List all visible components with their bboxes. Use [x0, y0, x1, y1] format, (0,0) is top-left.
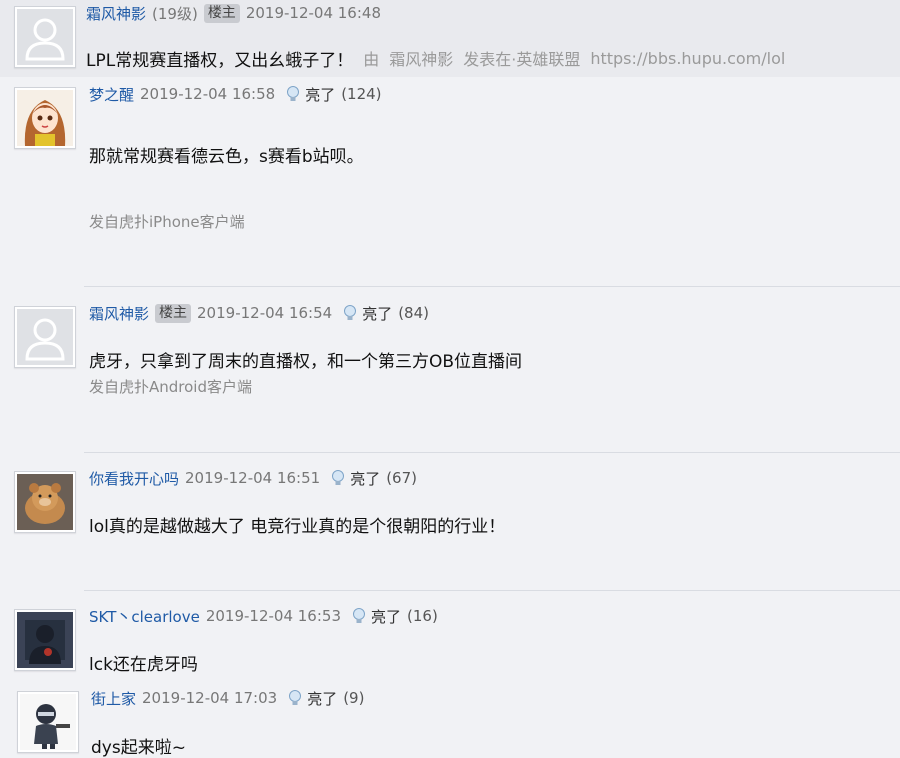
- via-board-link[interactable]: 发表在·英雄联盟: [463, 46, 580, 70]
- post-title: LPL常规赛直播权，又出幺蛾子了！: [86, 50, 354, 71]
- avatar[interactable]: [14, 6, 76, 68]
- user-level: (19级): [152, 4, 198, 23]
- anime-girl-avatar-icon: [17, 90, 73, 146]
- via-user-link[interactable]: 霜风神影: [389, 46, 453, 70]
- reply-meta-line: 梦之醒 2019-12-04 16:58 亮了 (124): [89, 83, 382, 105]
- divider: [84, 452, 900, 453]
- username-link[interactable]: 霜风神影: [89, 303, 149, 324]
- lightbulb-icon: [332, 470, 345, 485]
- soldier-avatar-icon: [20, 694, 76, 750]
- default-avatar-icon: [17, 309, 73, 365]
- op-badge: 楼主: [155, 303, 192, 323]
- via-prefix: 由: [363, 50, 380, 69]
- username-link[interactable]: 梦之醒: [89, 84, 134, 105]
- reply-content: lck还在虎牙吗: [89, 655, 198, 675]
- reply-meta-line: 霜风神影 楼主 2019-12-04 16:54 亮了 (84): [89, 302, 429, 324]
- reply-meta-line: 街上家 2019-12-04 17:03 亮了 (9): [91, 687, 364, 709]
- light-count: (124): [341, 85, 382, 103]
- reply-meta-line: 你看我开心吗 2019-12-04 16:51 亮了 (67): [89, 467, 417, 489]
- username-link[interactable]: 你看我开心吗: [89, 468, 179, 489]
- reply-content: 虎牙，只拿到了周末的直播权，和一个第三方OB位直播间: [89, 352, 523, 372]
- avatar[interactable]: [14, 87, 76, 149]
- player-avatar-icon: [17, 612, 73, 668]
- teddy-bear-avatar-icon: [17, 474, 73, 530]
- client-source: 发自虎扑iPhone客户端: [89, 213, 245, 231]
- post-timestamp: 2019-12-04 16:48: [245, 4, 381, 22]
- light-button[interactable]: 亮了: [287, 688, 337, 709]
- avatar[interactable]: [14, 471, 76, 533]
- op-meta-line: 霜风神影 (19级) 楼主 2019-12-04 16:48: [86, 2, 381, 24]
- username-link[interactable]: 街上家: [91, 688, 136, 709]
- reply-content: 那就常规赛看德云色，s赛看b站呗。: [89, 147, 364, 167]
- light-label: 亮了: [362, 304, 393, 323]
- default-avatar-icon: [17, 9, 73, 65]
- divider: [84, 286, 900, 287]
- lightbulb-icon: [344, 305, 357, 320]
- reply-content: dys起来啦~: [91, 738, 186, 758]
- op-badge: 楼主: [203, 3, 240, 23]
- username-link[interactable]: 霜风神影: [86, 3, 146, 24]
- light-count: (9): [343, 689, 365, 707]
- reply-timestamp: 2019-12-04 16:54: [197, 304, 333, 322]
- light-count: (84): [398, 304, 429, 322]
- lightbulb-icon: [287, 86, 300, 101]
- light-count: (16): [407, 607, 438, 625]
- light-button[interactable]: 亮了: [351, 606, 401, 627]
- lightbulb-icon: [352, 608, 365, 623]
- light-button[interactable]: 亮了: [330, 468, 380, 489]
- light-label: 亮了: [370, 607, 401, 626]
- light-count: (67): [386, 469, 417, 487]
- avatar[interactable]: [17, 691, 79, 753]
- client-source: 发自虎扑Android客户端: [89, 378, 252, 396]
- reply-timestamp: 2019-12-04 16:51: [185, 469, 321, 487]
- reply-timestamp: 2019-12-04 17:03: [142, 689, 278, 707]
- light-label: 亮了: [307, 689, 338, 708]
- via-url-link[interactable]: https://bbs.hupu.com/lol: [590, 49, 785, 68]
- username-link[interactable]: SKT丶clearlove: [89, 606, 200, 627]
- reply-meta-line: SKT丶clearlove 2019-12-04 16:53 亮了 (16): [89, 605, 438, 627]
- divider: [84, 590, 900, 591]
- light-button[interactable]: 亮了: [342, 303, 392, 324]
- avatar[interactable]: [14, 306, 76, 368]
- reply-timestamp: 2019-12-04 16:58: [140, 85, 276, 103]
- op-title-line: LPL常规赛直播权，又出幺蛾子了！ 由 霜风神影 发表在·英雄联盟 https:…: [86, 46, 785, 71]
- light-button[interactable]: 亮了: [285, 84, 335, 105]
- reply-content: lol真的是越做越大了 电竞行业真的是个很朝阳的行业！: [89, 517, 506, 537]
- light-label: 亮了: [350, 469, 381, 488]
- reply-timestamp: 2019-12-04 16:53: [205, 607, 341, 625]
- lightbulb-icon: [289, 690, 302, 705]
- light-label: 亮了: [305, 85, 336, 104]
- avatar[interactable]: [14, 609, 76, 671]
